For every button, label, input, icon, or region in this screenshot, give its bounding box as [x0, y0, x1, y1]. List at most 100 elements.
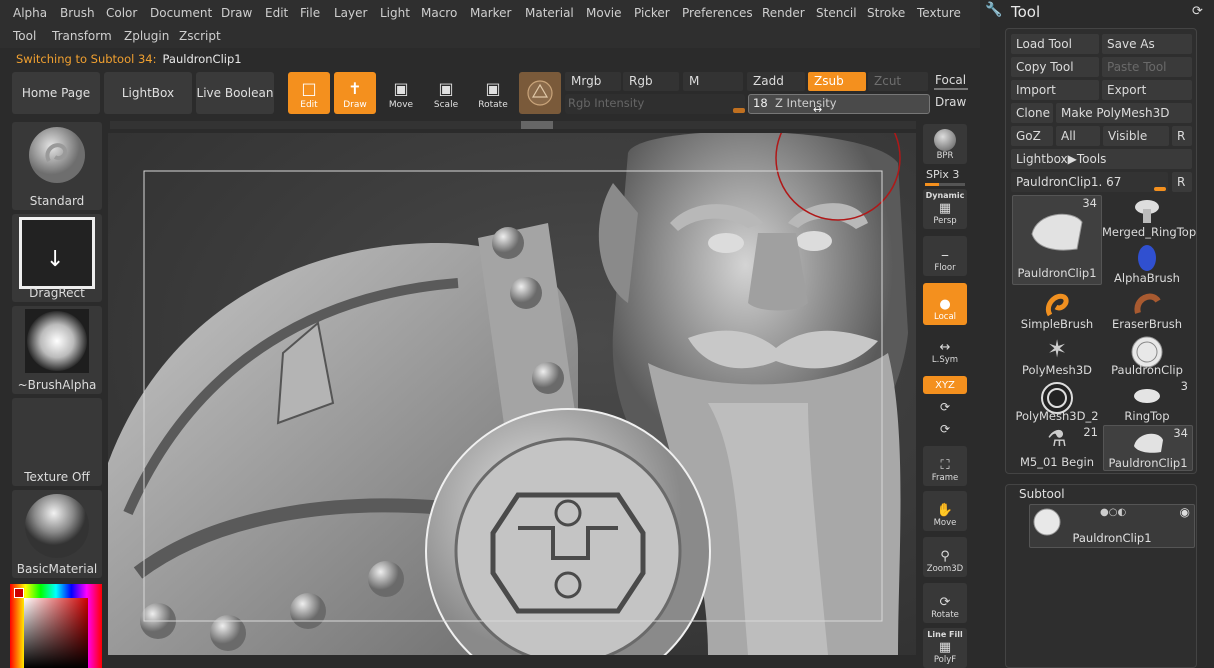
current-tool-slider[interactable]: PauldronClip1. 67: [1011, 172, 1168, 192]
lsym-button[interactable]: ↔ L.Sym: [923, 332, 967, 368]
focal-slider[interactable]: [934, 88, 968, 90]
menu-zplugin[interactable]: Zplugin: [124, 29, 169, 43]
make-polymesh-button[interactable]: Make PolyMesh3D: [1056, 103, 1192, 123]
bpr-button[interactable]: BPR: [923, 124, 967, 164]
rgb-intensity-handle[interactable]: [733, 108, 745, 113]
goz-all-button[interactable]: All: [1056, 126, 1100, 146]
move-button[interactable]: ▣ Move: [380, 72, 422, 114]
color-square[interactable]: [24, 598, 88, 668]
focal-label[interactable]: Focal: [935, 73, 966, 87]
menu-color[interactable]: Color: [106, 6, 137, 20]
lightbox-button[interactable]: LightBox: [104, 72, 192, 114]
tool-r-button[interactable]: R: [1172, 172, 1192, 192]
brush-picker[interactable]: Standard: [12, 122, 102, 210]
menu-edit[interactable]: Edit: [265, 6, 288, 20]
menu-stroke[interactable]: Stroke: [867, 6, 905, 20]
shelf-scrollbar[interactable]: [110, 121, 916, 129]
subtool-row[interactable]: ●○◐ ◉ PauldronClip1: [1029, 504, 1195, 548]
refresh-icon[interactable]: ⟳: [1192, 4, 1203, 19]
goz-r-button[interactable]: R: [1172, 126, 1192, 146]
lightbox-tools-button[interactable]: Lightbox▶Tools: [1011, 149, 1192, 169]
zoom3d-button[interactable]: ⚲ Zoom3D: [923, 537, 967, 577]
mrgb-toggle[interactable]: Mrgb: [565, 72, 621, 91]
menu-transform[interactable]: Transform: [52, 29, 112, 43]
menu-tool[interactable]: Tool: [13, 29, 36, 43]
subtool-visibility-icons[interactable]: ●○◐: [1100, 507, 1126, 518]
tool-thumb-ringtop[interactable]: 3 RingTop: [1102, 379, 1192, 423]
menu-alpha[interactable]: Alpha: [13, 6, 47, 20]
tool-thumb-pauldronclip1[interactable]: 34 PauldronClip1: [1012, 195, 1102, 285]
goz-button[interactable]: GoZ: [1011, 126, 1053, 146]
draw-button[interactable]: ✝ Draw: [334, 72, 376, 114]
canvas-viewport[interactable]: [108, 133, 916, 655]
tool-thumb-merged-ringtop[interactable]: Merged_RingTop: [1102, 195, 1196, 239]
eye-icon[interactable]: ◉: [1180, 505, 1190, 519]
main-color-swatch[interactable]: [14, 588, 24, 598]
menu-file[interactable]: File: [300, 6, 320, 20]
tool-thumb-polymesh3d-2[interactable]: PolyMesh3D_2: [1012, 379, 1102, 423]
shelf-scroll-thumb[interactable]: [521, 121, 553, 129]
rotate-y-icon[interactable]: ⟳: [923, 400, 967, 414]
menu-light[interactable]: Light: [380, 6, 410, 20]
menu-movie[interactable]: Movie: [586, 6, 622, 20]
menu-material[interactable]: Material: [525, 6, 574, 20]
rotate-button[interactable]: ▣ Rotate: [472, 72, 514, 114]
xyz-button[interactable]: XYZ: [923, 376, 967, 394]
z-intensity-slider[interactable]: 18 Z Intensity ↔: [748, 94, 930, 116]
menu-picker[interactable]: Picker: [634, 6, 670, 20]
scale-button[interactable]: ▣ Scale: [425, 72, 467, 114]
menu-texture[interactable]: Texture: [917, 6, 961, 20]
spix-slider[interactable]: [925, 183, 965, 186]
color-picker[interactable]: [10, 584, 102, 668]
rotate-z-icon[interactable]: ⟳: [923, 422, 967, 436]
edit-button[interactable]: □ Edit: [288, 72, 330, 114]
menu-preferences[interactable]: Preferences: [682, 6, 753, 20]
alpha-picker[interactable]: ~BrushAlpha: [12, 306, 102, 394]
goz-visible-button[interactable]: Visible: [1103, 126, 1169, 146]
menu-render[interactable]: Render: [762, 6, 805, 20]
menu-stencil[interactable]: Stencil: [816, 6, 857, 20]
local-button[interactable]: ● Local: [923, 283, 967, 325]
move-view-button[interactable]: ✋ Move: [923, 491, 967, 531]
tool-thumb-pauldronclip[interactable]: PauldronClip: [1102, 333, 1192, 377]
zsub-toggle[interactable]: Zsub: [808, 72, 866, 91]
spix-label[interactable]: SPix 3: [923, 168, 970, 181]
polyf-button[interactable]: Line Fill ▦ PolyF: [923, 628, 967, 668]
tool-thumb-simplebrush[interactable]: SimpleBrush: [1012, 287, 1102, 331]
tool-thumb-alphabrush[interactable]: AlphaBrush: [1102, 241, 1192, 285]
export-button[interactable]: Export: [1102, 80, 1192, 100]
persp-button[interactable]: Dynamic ▦ Persp: [923, 189, 967, 229]
menu-marker[interactable]: Marker: [470, 6, 511, 20]
current-tool-handle[interactable]: [1154, 187, 1166, 191]
paste-tool-button[interactable]: Paste Tool: [1102, 57, 1192, 77]
menu-document[interactable]: Document: [150, 6, 212, 20]
stroke-picker[interactable]: ↓ DragRect: [12, 214, 102, 302]
draw-size-label[interactable]: Draw: [935, 95, 966, 109]
clone-button[interactable]: Clone: [1011, 103, 1053, 123]
tool-thumb-eraserbrush[interactable]: EraserBrush: [1102, 287, 1192, 331]
home-page-button[interactable]: Home Page: [12, 72, 100, 114]
load-tool-button[interactable]: Load Tool: [1011, 34, 1099, 54]
zadd-toggle[interactable]: Zadd: [747, 72, 805, 91]
m-toggle[interactable]: M: [683, 72, 743, 91]
rgb-toggle[interactable]: Rgb: [623, 72, 679, 91]
menu-draw[interactable]: Draw: [221, 6, 252, 20]
live-boolean-button[interactable]: Live Boolean: [196, 72, 274, 114]
floor-button[interactable]: ⎯ Floor: [923, 236, 967, 276]
rotate-view-button[interactable]: ⟳ Rotate: [923, 583, 967, 623]
menu-brush[interactable]: Brush: [60, 6, 95, 20]
menu-zscript[interactable]: Zscript: [179, 29, 221, 43]
rgb-intensity-slider[interactable]: Rgb Intensity: [565, 94, 745, 114]
menu-macro[interactable]: Macro: [421, 6, 457, 20]
tool-thumb-polymesh3d[interactable]: ✶ PolyMesh3D: [1012, 333, 1102, 377]
material-swatch-button[interactable]: [519, 72, 561, 114]
import-button[interactable]: Import: [1011, 80, 1099, 100]
menu-layer[interactable]: Layer: [334, 6, 367, 20]
tool-thumb-m5-01-begin[interactable]: ⚗ 21 M5_01 Begin: [1012, 425, 1102, 469]
tool-thumb-pauldronclip1-current[interactable]: 34 PauldronClip1: [1103, 425, 1193, 471]
material-picker[interactable]: BasicMaterial: [12, 490, 102, 578]
texture-picker[interactable]: Texture Off: [12, 398, 102, 486]
save-as-button[interactable]: Save As: [1102, 34, 1192, 54]
copy-tool-button[interactable]: Copy Tool: [1011, 57, 1099, 77]
frame-button[interactable]: ⛶ Frame: [923, 446, 967, 486]
